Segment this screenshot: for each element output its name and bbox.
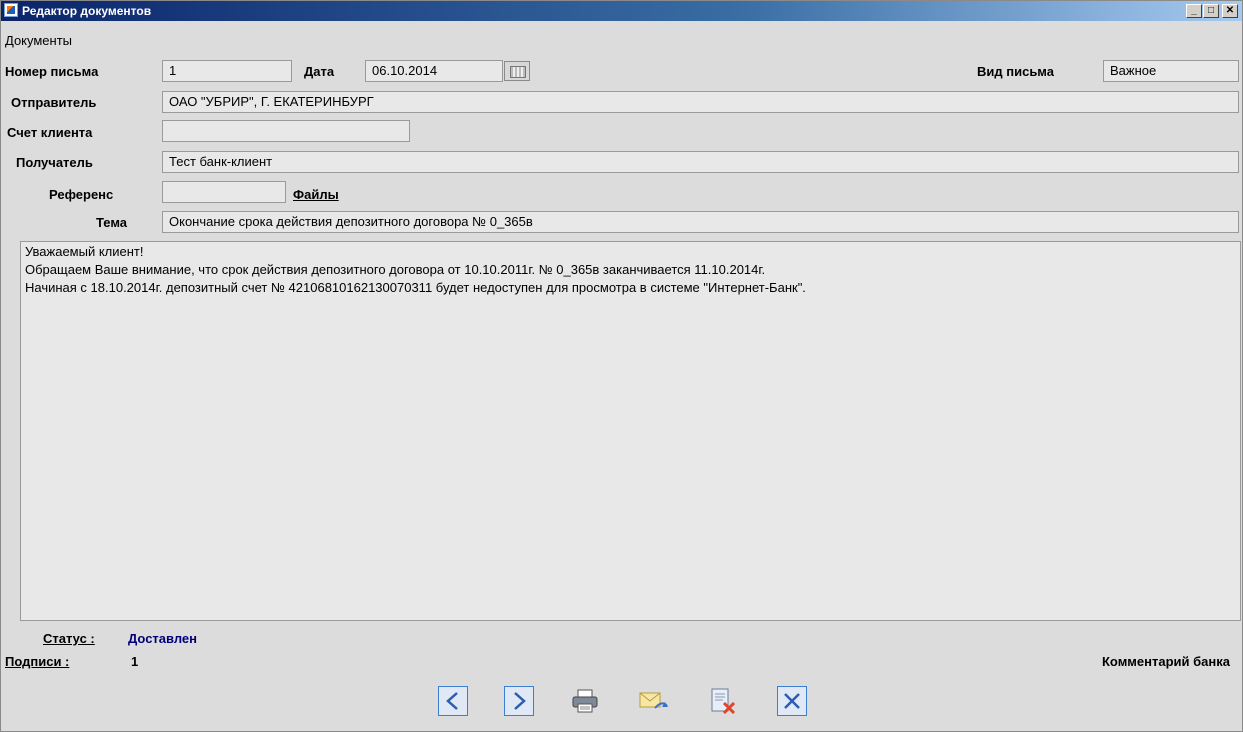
subject-label: Тема	[96, 215, 128, 230]
reply-button[interactable]	[637, 686, 668, 716]
chevron-left-icon	[446, 692, 458, 710]
subject-field[interactable]: Окончание срока действия депозитного дог…	[162, 211, 1239, 233]
letter-number-label: Номер письма	[5, 64, 99, 79]
date-field[interactable]: 06.10.2014	[365, 60, 503, 82]
date-label: Дата	[304, 64, 335, 79]
document-editor-window: Редактор документов _ □ ✕ Документы Номе…	[0, 0, 1243, 732]
minimize-button[interactable]: _	[1186, 4, 1202, 18]
menu-documents[interactable]: Документы	[5, 33, 72, 48]
sender-field[interactable]: ОАО "УБРИР", Г. ЕКАТЕРИНБУРГ	[162, 91, 1239, 113]
sender-label: Отправитель	[11, 95, 97, 110]
letter-type-field[interactable]: Важное	[1103, 60, 1239, 82]
print-button[interactable]	[570, 686, 600, 716]
calendar-icon	[510, 66, 526, 78]
delete-document-button[interactable]	[707, 686, 737, 716]
close-icon	[784, 693, 800, 709]
files-link[interactable]: Файлы	[293, 187, 339, 202]
signatures-value: 1	[131, 654, 139, 669]
letter-type-label: Вид письма	[977, 64, 1054, 79]
close-button[interactable]	[777, 686, 807, 716]
printer-icon	[572, 689, 598, 713]
reference-field[interactable]	[162, 181, 286, 203]
signatures-label[interactable]: Подписи :	[5, 654, 69, 669]
body-line: Уважаемый клиент!	[25, 244, 144, 259]
document-delete-icon	[711, 688, 736, 715]
reference-label: Референс	[49, 187, 114, 202]
window-title: Редактор документов	[22, 4, 152, 18]
body-line: Начиная с 18.10.2014г. депозитный счет №…	[25, 280, 806, 295]
calendar-button[interactable]	[504, 61, 530, 81]
client-account-label: Счет клиента	[7, 125, 93, 140]
chevron-right-icon	[514, 692, 526, 710]
maximize-button[interactable]: □	[1203, 4, 1219, 18]
letter-number-field[interactable]: 1	[162, 60, 292, 82]
next-button[interactable]	[504, 686, 534, 716]
recipient-field[interactable]: Тест банк-клиент	[162, 151, 1239, 173]
bank-comment-label[interactable]: Комментарий банка	[1102, 654, 1230, 669]
message-body[interactable]: Уважаемый клиент! Обращаем Ваше внимание…	[20, 241, 1241, 621]
close-window-button[interactable]: ✕	[1222, 4, 1238, 18]
client-account-field[interactable]	[162, 120, 410, 142]
status-label[interactable]: Статус :	[43, 631, 95, 646]
body-line: Обращаем Ваше внимание, что срок действи…	[25, 262, 766, 277]
recipient-label: Получатель	[16, 155, 93, 170]
app-icon	[4, 3, 18, 17]
envelope-reply-icon	[639, 692, 668, 709]
previous-button[interactable]	[438, 686, 468, 716]
title-bar[interactable]: Редактор документов _ □ ✕	[1, 1, 1242, 21]
status-value: Доставлен	[128, 631, 198, 646]
